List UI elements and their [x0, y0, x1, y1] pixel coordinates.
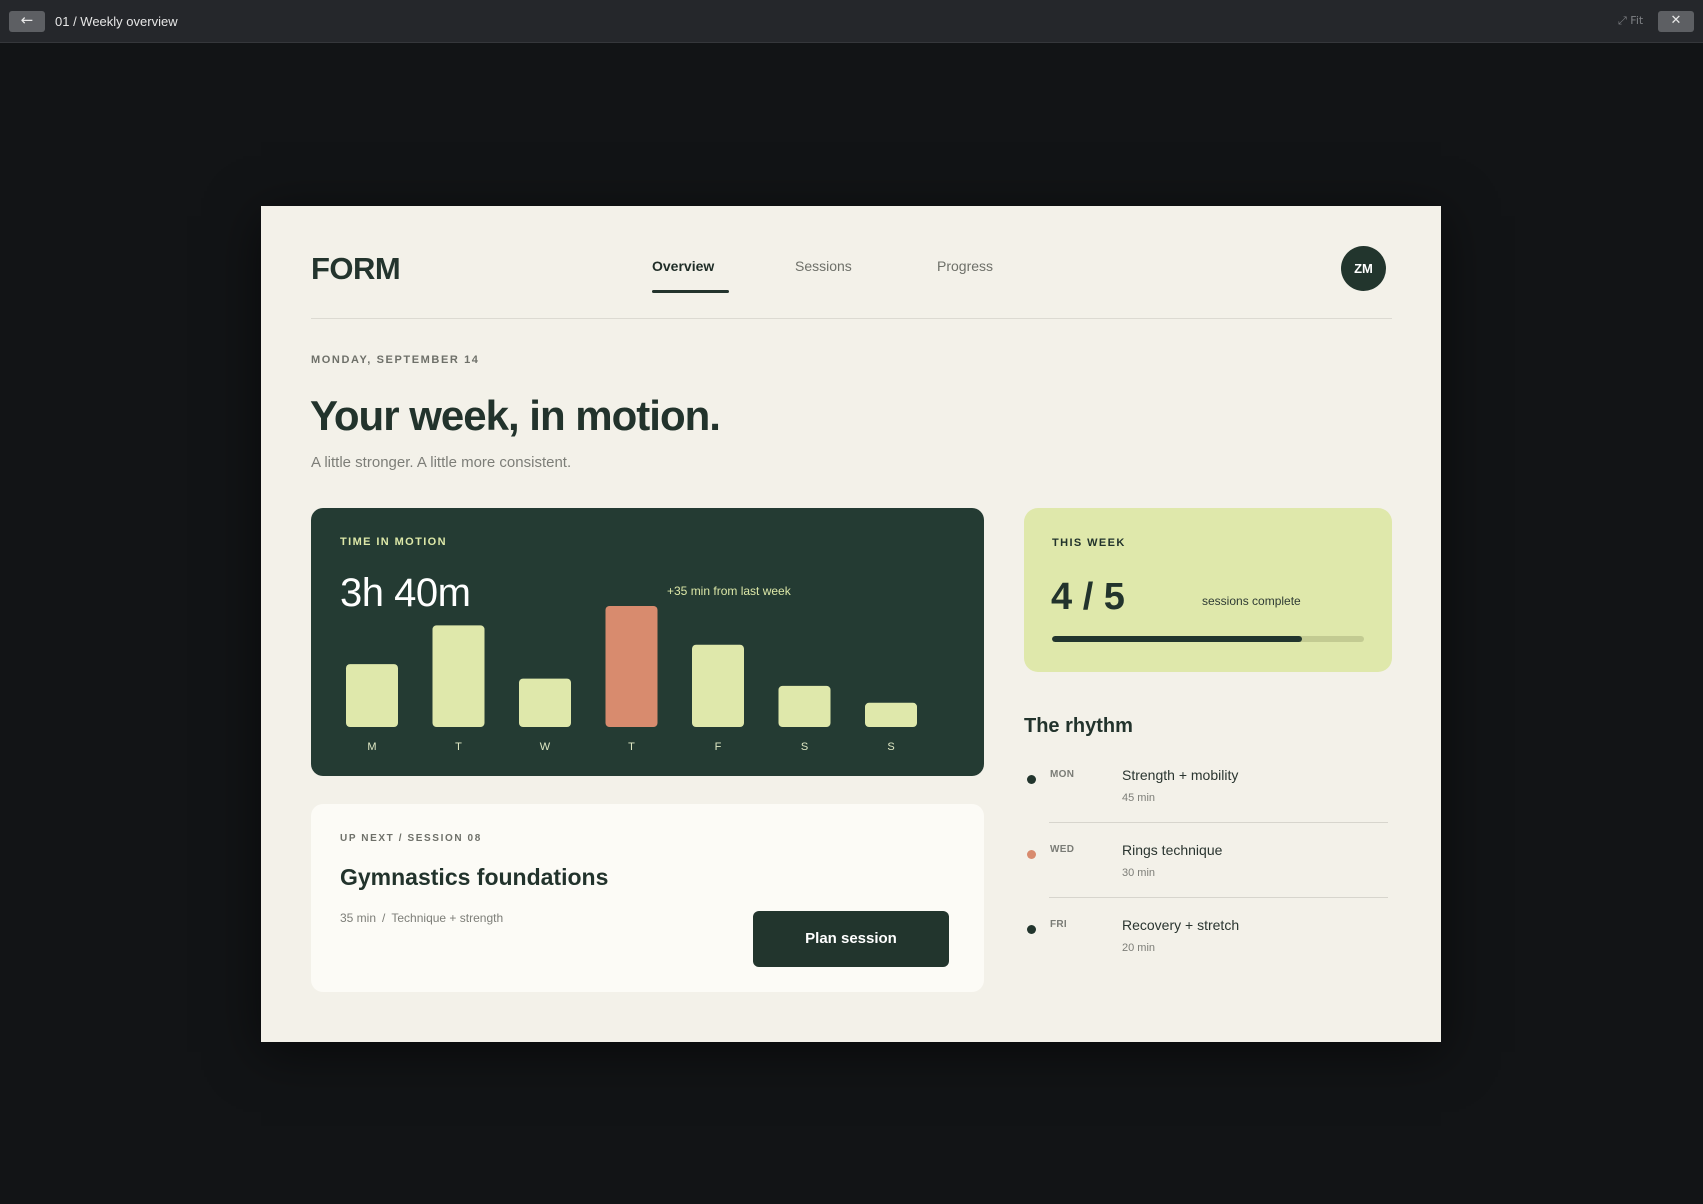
viewer-title: 01 / Weekly overview — [55, 14, 178, 29]
chart-day-label: S — [801, 741, 808, 753]
header-divider — [311, 318, 1392, 319]
rhythm-duration: 30 min — [1122, 867, 1156, 879]
back-button[interactable]: ← — [9, 11, 45, 32]
time-card-label: TIME IN MOTION — [340, 536, 447, 548]
app-logo[interactable]: FORM — [311, 251, 401, 287]
rhythm-divider — [1049, 897, 1388, 898]
rhythm-session-name: Strength + mobility — [1122, 767, 1239, 783]
session-meta: 35 min / Technique + strength — [340, 911, 503, 925]
rhythm-day: WED — [1050, 844, 1075, 855]
this-week-card: THIS WEEK 4 / 5 sessions complete — [1024, 508, 1392, 672]
meta-separator: / — [382, 911, 386, 925]
time-delta: +35 min from last week — [667, 584, 791, 598]
tab-sessions[interactable]: Sessions — [795, 258, 852, 274]
date-label: MONDAY, SEPTEMBER 14 — [311, 354, 480, 366]
chart-bar-6 — [865, 702, 917, 727]
chart-bar-4 — [692, 644, 744, 727]
chart-day-label: F — [715, 741, 722, 753]
chart-day-label: T — [628, 741, 635, 753]
rhythm-divider — [1049, 822, 1388, 823]
session-duration: 35 min — [340, 911, 377, 925]
rhythm-duration: 45 min — [1122, 792, 1156, 804]
rhythm-session-name: Recovery + stretch — [1122, 917, 1240, 933]
status-dot — [1027, 775, 1036, 784]
page-subtitle: A little stronger. A little more consist… — [311, 454, 572, 471]
arrow-left-icon: ← — [20, 11, 34, 29]
plan-session-button[interactable]: Plan session — [753, 911, 949, 967]
rhythm-day: FRI — [1050, 919, 1068, 930]
rhythm-day: MON — [1050, 769, 1075, 780]
sessions-count: 4 / 5 — [1051, 576, 1125, 618]
session-focus: Technique + strength — [391, 911, 504, 925]
sessions-progress-fill — [1052, 636, 1302, 642]
chart-bar-2 — [519, 678, 571, 727]
page-title: Your week, in motion. — [310, 392, 721, 439]
status-dot — [1027, 850, 1036, 859]
this-week-label: THIS WEEK — [1052, 537, 1126, 549]
weekly-bar-chart: MTWTFSS — [346, 606, 917, 753]
chart-bar-1 — [432, 625, 485, 727]
rhythm-duration: 20 min — [1122, 942, 1156, 954]
fit-button[interactable]: ⤢ Fit — [1618, 14, 1643, 28]
rhythm-title: The rhythm — [1024, 715, 1133, 737]
chart-day-label: W — [540, 741, 551, 753]
sessions-progress-bar — [1052, 636, 1364, 642]
chart-bar-5 — [778, 685, 831, 727]
chart-bar-0 — [346, 664, 398, 727]
rhythm-item-wed[interactable]: WED Rings technique 30 min — [1024, 842, 1392, 917]
up-next-card: UP NEXT / SESSION 08 Gymnastics foundati… — [311, 804, 984, 992]
close-icon: ✕ — [1670, 13, 1682, 28]
tab-progress[interactable]: Progress — [937, 258, 993, 274]
up-next-label: UP NEXT / SESSION 08 — [340, 833, 482, 844]
status-dot — [1027, 925, 1036, 934]
rhythm-session-name: Rings technique — [1122, 842, 1223, 858]
avatar[interactable]: ZM — [1341, 246, 1386, 291]
active-tab-indicator — [652, 290, 729, 293]
time-in-motion-card: M T W T F S S TIME IN MOTION 3h 40m +35 min fr… — [311, 508, 984, 776]
viewer-toolbar: ← 01 / Weekly overview ⤢ Fit ✕ — [0, 0, 1703, 43]
app-frame: FORM Overview Sessions Progress ZM MONDA… — [261, 206, 1441, 1042]
chart-day-label: T — [455, 741, 462, 753]
close-button[interactable]: ✕ — [1658, 11, 1694, 32]
time-total: 3h 40m — [340, 571, 471, 615]
tab-overview[interactable]: Overview — [652, 258, 714, 274]
chart-day-label: S — [887, 741, 894, 753]
chart-day-label: M — [367, 741, 376, 753]
chart-bar-3 — [605, 606, 658, 727]
rhythm-item-mon[interactable]: MON Strength + mobility 45 min — [1024, 767, 1392, 842]
rhythm-item-fri[interactable]: FRI Recovery + stretch 20 min — [1024, 917, 1392, 992]
session-title: Gymnastics foundations — [340, 864, 609, 890]
sessions-caption: sessions complete — [1202, 594, 1301, 608]
